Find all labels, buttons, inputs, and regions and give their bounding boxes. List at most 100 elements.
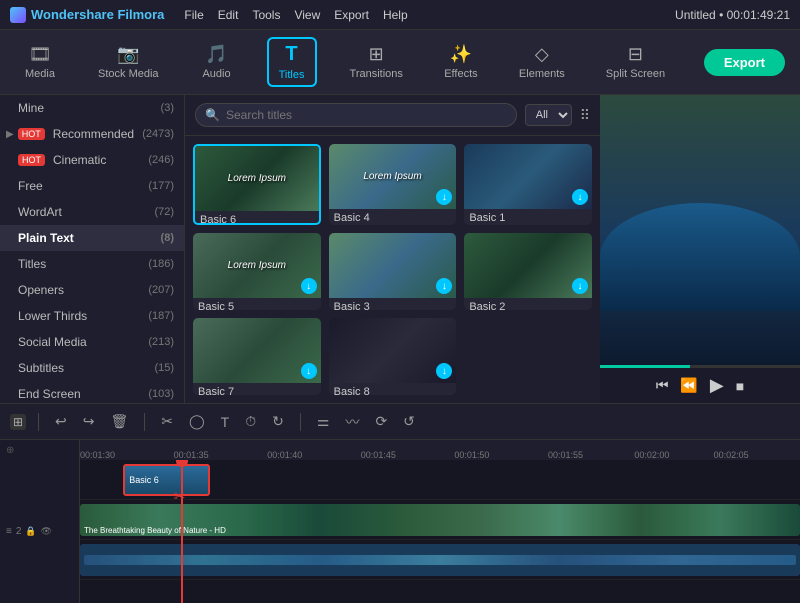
toolbar-audio[interactable]: 🎵 Audio: [192, 40, 242, 84]
toolbar-stock-media[interactable]: 📷 Stock Media: [90, 40, 167, 84]
ruler-mark-0: 00:01:30: [80, 450, 115, 460]
sidebar-item-mine[interactable]: Mine (3): [0, 95, 184, 121]
title-card-basic-1[interactable]: ↓ Basic 1: [464, 144, 592, 225]
toolbar-media-label: Media: [25, 68, 55, 80]
sidebar-item-lower-thirds[interactable]: Lower Thirds (187): [0, 303, 184, 329]
title-card-basic-3[interactable]: ↓ Basic 3: [329, 233, 457, 310]
grid-view-icon[interactable]: ⠿: [580, 107, 590, 124]
menu-edit[interactable]: Edit: [218, 8, 239, 22]
title-card-basic-2[interactable]: ↓ Basic 2: [464, 233, 592, 310]
search-input[interactable]: [195, 103, 517, 127]
main-toolbar: 🎞 Media 📷 Stock Media 🎵 Audio T Titles ⊞…: [0, 30, 800, 95]
search-icon: 🔍: [205, 108, 220, 122]
export-button[interactable]: Export: [704, 49, 785, 76]
title-label-basic-2: Basic 2: [464, 298, 592, 310]
title-card-basic-4[interactable]: Lorem Ipsum ↓ Basic 4: [329, 144, 457, 225]
sidebar-cinematic-label: Cinematic: [53, 153, 106, 167]
menu-export[interactable]: Export: [334, 8, 369, 22]
toolbar-elements-label: Elements: [519, 68, 565, 80]
download-icon-basic-3[interactable]: ↓: [436, 278, 452, 294]
sidebar-item-titles[interactable]: Titles (186): [0, 251, 184, 277]
media-icon: 🎞: [29, 44, 52, 65]
tracks-content: ✂ Basic 6 The Breathtaking Beauty of Nat…: [80, 460, 800, 603]
step-back-button[interactable]: ⏮: [656, 377, 669, 394]
toolbar-effects[interactable]: ✨ Effects: [436, 40, 486, 84]
toolbar-stock-media-label: Stock Media: [98, 68, 159, 80]
video-clip-nature[interactable]: The Breathtaking Beauty of Nature - HD: [80, 504, 800, 536]
sidebar-item-subtitles[interactable]: Subtitles (15): [0, 355, 184, 381]
play-back-button[interactable]: ⏪: [680, 377, 697, 394]
sidebar-item-social-media[interactable]: Social Media (213): [0, 329, 184, 355]
menu-tools[interactable]: Tools: [252, 8, 280, 22]
toolbar-audio-label: Audio: [202, 68, 230, 80]
title-thumb-basic-4: Lorem Ipsum ↓: [329, 144, 457, 209]
title-card-basic-6[interactable]: Lorem Ipsum Basic 6: [193, 144, 321, 225]
delete-button[interactable]: 🗑: [106, 411, 132, 432]
sidebar-item-plain-text[interactable]: Plain Text (8): [0, 225, 184, 251]
sidebar-recommended-count: (2473): [142, 128, 174, 140]
toolbar-split-screen[interactable]: ⊟ Split Screen: [598, 40, 673, 84]
top-bar: Wondershare Filmora File Edit Tools View…: [0, 0, 800, 30]
sidebar-item-wordart[interactable]: WordArt (72): [0, 199, 184, 225]
menu-file[interactable]: File: [184, 8, 203, 22]
elements-icon: ◇: [535, 44, 549, 65]
filter-select[interactable]: All: [525, 104, 572, 126]
menu-view[interactable]: View: [294, 8, 320, 22]
track-labels: ≡ 2 🔒 👁 ≡ 1 🔒 👁 ♪ 1 🔒 🔊: [0, 460, 80, 603]
timeline-ruler-row: ⊕ 00:01:30 00:01:35 00:01:40 00:01:45 00…: [0, 440, 800, 460]
audio-clip[interactable]: [80, 544, 800, 576]
playhead[interactable]: ✂: [181, 460, 183, 603]
download-icon-basic-7[interactable]: ↓: [301, 363, 317, 379]
title-clip-basic6[interactable]: Basic 6: [123, 464, 209, 496]
download-icon-basic-5[interactable]: ↓: [301, 278, 317, 294]
title-card-basic-5[interactable]: Lorem Ipsum ↓ Basic 5: [193, 233, 321, 310]
equalizer-button[interactable]: ⚌: [313, 411, 334, 432]
recommended-arrow: ▶: [6, 129, 14, 140]
add-track-button[interactable]: ⊞: [10, 414, 26, 430]
redo-button[interactable]: ↪: [79, 411, 99, 432]
title-thumb-basic-8: ↓: [329, 318, 457, 383]
timer-button[interactable]: ⏱: [241, 411, 260, 432]
title-card-basic-8[interactable]: ↓ Basic 8: [329, 318, 457, 395]
cut-button[interactable]: ✂: [157, 411, 177, 432]
waveform-button[interactable]: 〰: [341, 410, 363, 434]
toolbar-elements[interactable]: ◇ Elements: [511, 40, 573, 84]
toolbar-transitions[interactable]: ⊞ Transitions: [342, 40, 411, 84]
title-label-basic-6: Basic 6: [195, 211, 319, 225]
sidebar-item-cinematic[interactable]: HOT Cinematic (246): [0, 147, 184, 173]
download-icon-basic-8[interactable]: ↓: [436, 363, 452, 379]
title-thumb-basic-2: ↓: [464, 233, 592, 298]
download-icon-basic-2[interactable]: ↓: [572, 278, 588, 294]
ruler-mark-4: 00:01:50: [454, 450, 489, 460]
sidebar-item-openers[interactable]: Openers (207): [0, 277, 184, 303]
rotation-button[interactable]: ⟳: [371, 411, 391, 432]
sidebar-item-free[interactable]: Free (177): [0, 173, 184, 199]
download-icon-basic-1[interactable]: ↓: [572, 189, 588, 205]
sidebar-titles-count: (186): [148, 258, 174, 270]
preview-progress-bar-container[interactable]: [600, 365, 800, 368]
loop-button[interactable]: ↻: [268, 411, 288, 432]
ripple-button[interactable]: ◯: [185, 411, 209, 432]
title-label-basic-8: Basic 8: [329, 383, 457, 395]
title-card-basic-7[interactable]: ↓ Basic 7: [193, 318, 321, 395]
sidebar-openers-label: Openers: [18, 283, 64, 297]
toolbar-titles[interactable]: T Titles: [267, 37, 317, 87]
sidebar-item-end-screen[interactable]: End Screen (103): [0, 381, 184, 403]
preview-controls: ⏮ ⏪ ▶ ■: [600, 368, 800, 403]
track-2-row: Basic 6: [80, 460, 800, 500]
preview-video: [600, 95, 800, 365]
sidebar-item-recommended[interactable]: ▶ HOT Recommended (2473): [0, 121, 184, 147]
preview-progress-indicator: [600, 365, 690, 368]
sidebar-lower-thirds-count: (187): [148, 310, 174, 322]
toolbar-effects-label: Effects: [444, 68, 477, 80]
toolbar-media[interactable]: 🎞 Media: [15, 40, 65, 84]
app-logo: Wondershare Filmora: [10, 7, 164, 23]
undo-button[interactable]: ↩: [51, 411, 71, 432]
reset-button[interactable]: ↺: [399, 411, 419, 432]
sidebar-lower-thirds-label: Lower Thirds: [18, 309, 87, 323]
title-label-basic-4: Basic 4: [329, 209, 457, 225]
text-button[interactable]: T: [217, 412, 234, 432]
play-button[interactable]: ▶: [710, 375, 724, 396]
menu-help[interactable]: Help: [383, 8, 408, 22]
stop-button[interactable]: ■: [736, 378, 744, 394]
